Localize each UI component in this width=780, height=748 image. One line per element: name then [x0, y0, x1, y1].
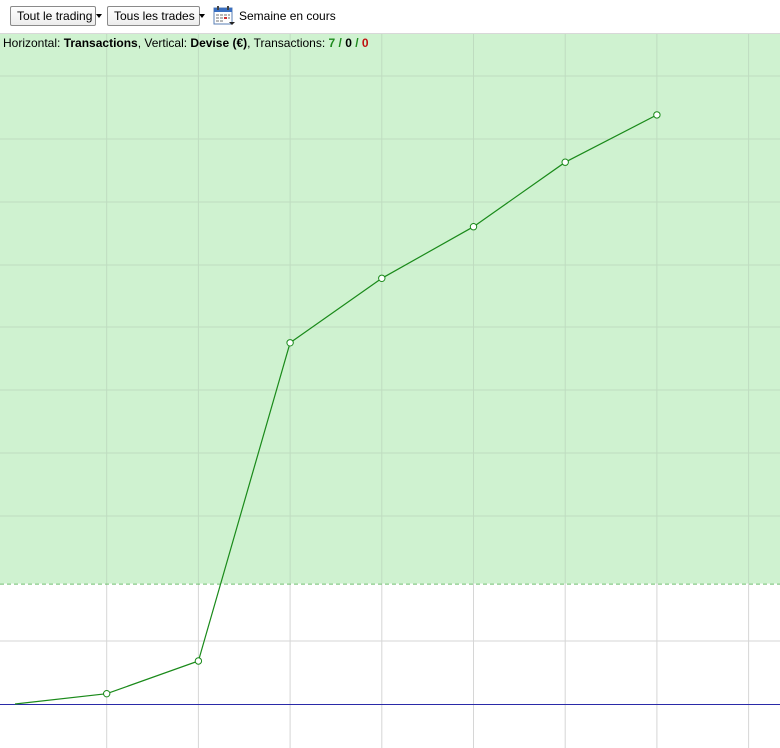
chart-info-line: Horizontal: Transactions, Vertical: Devi… [3, 36, 369, 50]
trading-filter-dropdown[interactable]: Tout le trading [10, 6, 103, 26]
separator: / [335, 36, 346, 50]
chevron-down-icon [198, 13, 205, 18]
horizontal-prefix: Horizontal: [3, 36, 64, 50]
separator: / [351, 36, 362, 50]
chevron-down-icon [96, 13, 103, 18]
period-label: Semaine en cours [239, 9, 336, 23]
data-point [561, 158, 569, 166]
neutral-count: 0 [345, 36, 352, 50]
vertical-prefix: , Vertical: [137, 36, 191, 50]
data-point [286, 339, 294, 347]
positive-area [0, 34, 780, 584]
data-point [653, 111, 661, 119]
data-point [194, 657, 203, 665]
transactions-prefix: , Transactions: [247, 36, 329, 50]
trades-filter-dropdown[interactable]: Tous les trades [107, 6, 205, 26]
data-point [378, 274, 386, 283]
losses-count: 0 [361, 36, 369, 50]
calendar-button[interactable] [212, 5, 236, 27]
trades-filter-label: Tous les trades [114, 9, 195, 23]
equity-chart [0, 34, 780, 748]
toolbar: Tout le trading Tous les trades Semaine … [0, 0, 780, 34]
vertical-value: Devise (€) [190, 36, 248, 50]
trading-filter-label: Tout le trading [17, 9, 93, 23]
horizontal-value: Transactions [63, 36, 138, 50]
data-point [469, 223, 478, 231]
data-point [103, 689, 111, 698]
calendar-icon [213, 6, 235, 25]
